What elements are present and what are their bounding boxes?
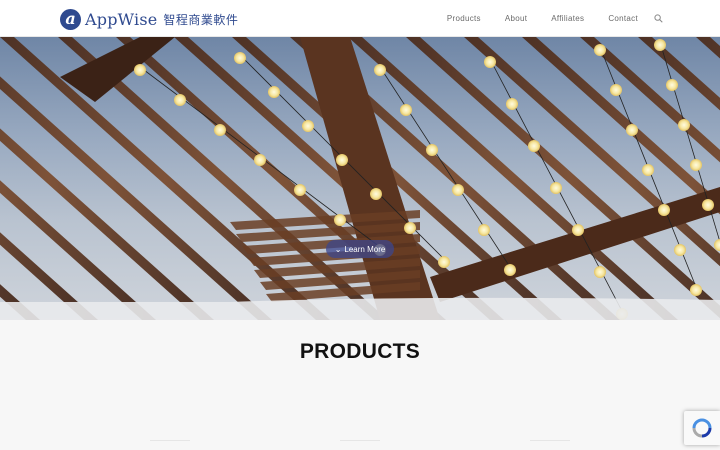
- light-bulb: [426, 144, 438, 156]
- light-bulb: [528, 140, 540, 152]
- light-bulb: [404, 222, 416, 234]
- nav-item-about[interactable]: About: [505, 14, 527, 23]
- light-bulb: [666, 79, 678, 91]
- light-bulb: [452, 184, 464, 196]
- light-bulb: [174, 94, 186, 106]
- light-bulb: [690, 159, 702, 171]
- light-bulb: [702, 199, 714, 211]
- light-bulb: [504, 264, 516, 276]
- hero-banner: ⌄ Learn More: [0, 37, 720, 320]
- main-nav: Products About Affiliates Contact: [423, 0, 664, 37]
- light-bulb: [438, 256, 450, 268]
- site-header: a AppWise 智程商業軟件 Products About Affiliat…: [0, 0, 720, 37]
- logo-wordmark: AppWise: [85, 9, 158, 29]
- pergola-slat: [0, 284, 40, 320]
- light-bulb: [594, 266, 606, 278]
- light-bulb: [678, 119, 690, 131]
- light-bulb: [572, 224, 584, 236]
- recaptcha-icon: [692, 418, 712, 438]
- light-bulb: [594, 44, 606, 56]
- light-bulb: [234, 52, 246, 64]
- chevron-down-icon: ⌄: [334, 244, 342, 254]
- search-icon[interactable]: [654, 13, 664, 24]
- recaptcha-badge[interactable]: [684, 411, 720, 445]
- product-card-edge: [530, 440, 570, 448]
- logo-mark: a: [60, 8, 81, 30]
- learn-more-label: Learn More: [344, 244, 386, 254]
- light-bulb: [626, 124, 638, 136]
- light-bulb: [374, 64, 386, 76]
- light-bulb: [654, 39, 666, 51]
- product-card-edge: [150, 440, 190, 448]
- light-bulb: [506, 98, 518, 110]
- hero-bottom-fade: [0, 297, 720, 320]
- logo-tagline: 智程商業軟件: [163, 12, 239, 27]
- light-bulb: [254, 154, 266, 166]
- light-bulb: [642, 164, 654, 176]
- nav-item-products[interactable]: Products: [447, 14, 481, 23]
- light-bulb: [400, 104, 412, 116]
- light-bulb: [268, 86, 280, 98]
- learn-more-button[interactable]: ⌄ Learn More: [326, 240, 394, 258]
- light-bulb: [370, 188, 382, 200]
- light-bulb: [294, 184, 306, 196]
- light-bulb: [334, 214, 346, 226]
- section-title: PRODUCTS: [299, 340, 421, 363]
- light-bulb: [302, 120, 314, 132]
- light-bulb: [550, 182, 562, 194]
- pergola-slat: [696, 37, 720, 59]
- light-bulb: [214, 124, 226, 136]
- light-bulb: [610, 84, 622, 96]
- site-logo[interactable]: a AppWise 智程商業軟件: [60, 7, 238, 31]
- light-bulb: [484, 56, 496, 68]
- light-bulb: [478, 224, 490, 236]
- product-card-edge: [340, 440, 380, 448]
- nav-item-contact[interactable]: Contact: [608, 14, 638, 23]
- light-bulb: [658, 204, 670, 216]
- light-bulb: [336, 154, 348, 166]
- light-bulb: [674, 244, 686, 256]
- light-bulb: [134, 64, 146, 76]
- light-bulb: [690, 284, 702, 296]
- nav-item-affiliates[interactable]: Affiliates: [551, 14, 584, 23]
- hero-image: [0, 37, 720, 320]
